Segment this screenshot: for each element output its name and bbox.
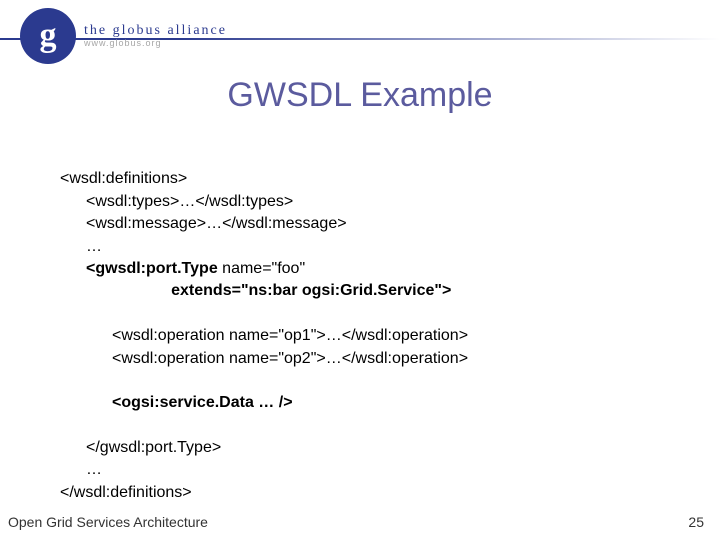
code-line: </gwsdl:port.Type> [60,439,221,456]
code-line: <wsdl:types>…</wsdl:types> [60,193,293,210]
code-bold: <gwsdl:port.Type [86,260,218,277]
code-line: <wsdl:operation name="op2">…</wsdl:opera… [60,350,468,367]
code-bold: extends="ns:bar ogsi:Grid.Service"> [60,282,451,299]
code-bold: <ogsi:service.Data … /> [112,394,293,411]
globus-logo: g the globus alliance www.globus.org [20,8,227,64]
logo-topline: the globus alliance [84,23,227,38]
code-line: extends="ns:bar ogsi:Grid.Service"> [60,282,451,299]
code-line: </wsdl:definitions> [60,484,192,501]
slide-title: GWSDL Example [0,76,720,115]
code-block: <wsdl:definitions> <wsdl:types>…</wsdl:t… [60,146,468,504]
code-line: <wsdl:message>…</wsdl:message> [60,215,347,232]
footer-text: Open Grid Services Architecture [8,514,208,530]
globus-logo-icon: g [20,8,76,64]
code-line: <ogsi:service.Data … /> [60,394,293,411]
code-line: <wsdl:definitions> [60,170,187,187]
slide-number: 25 [688,514,704,530]
code-line: … [60,461,102,478]
code-line: … [60,238,102,255]
globus-logo-text: the globus alliance www.globus.org [84,23,227,48]
logo-subline: www.globus.org [84,39,227,49]
code-line: <wsdl:operation name="op1">…</wsdl:opera… [60,327,468,344]
code-text: name="foo" [218,260,305,277]
code-line: <gwsdl:port.Type name="foo" [60,260,305,277]
